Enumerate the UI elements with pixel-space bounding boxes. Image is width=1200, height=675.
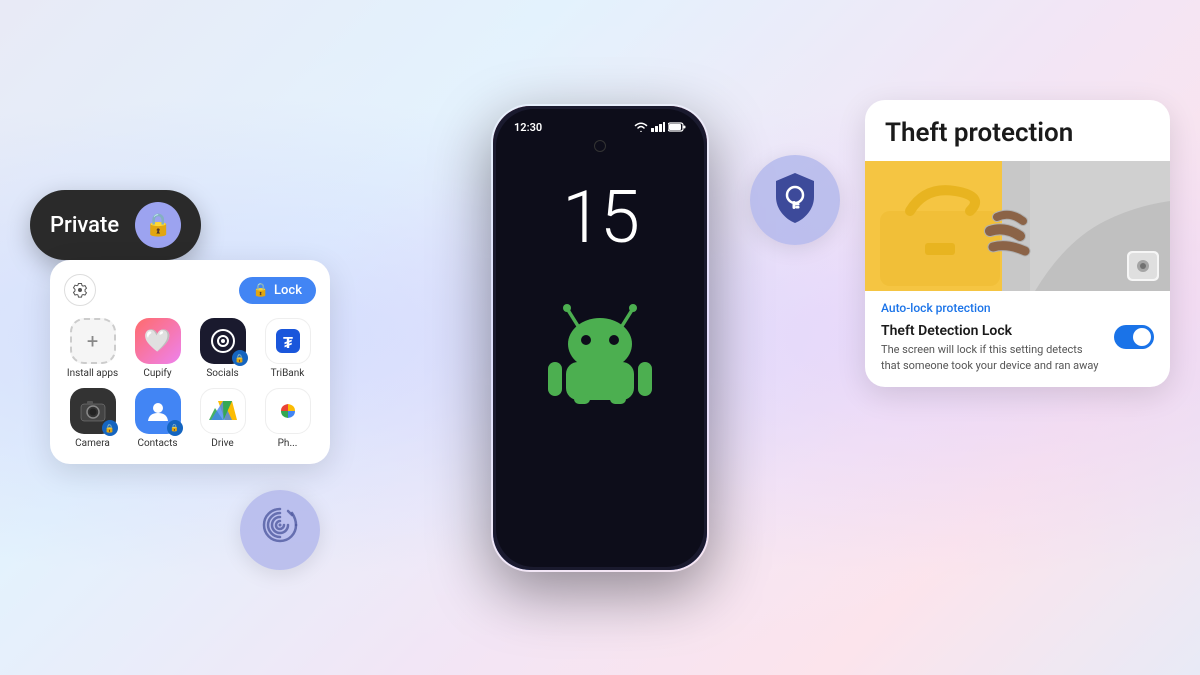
- phone-status-bar: 12:30: [496, 109, 704, 134]
- theft-protection-card: Theft protection: [865, 100, 1170, 387]
- fingerprint-icon: [258, 503, 302, 557]
- android-bot-svg: [540, 294, 660, 404]
- theft-detection-row: Theft Detection Lock The screen will loc…: [881, 323, 1154, 373]
- theft-detection-title: Theft Detection Lock: [881, 323, 1104, 339]
- battery-icon: [668, 122, 686, 132]
- app-item-tribank[interactable]: ₮ TriBank: [259, 318, 316, 380]
- app-drive-label: Drive: [211, 438, 233, 450]
- app-item-install[interactable]: + Install apps: [64, 318, 121, 380]
- fingerprint-svg: [258, 503, 302, 547]
- private-lock-circle: 🔒: [135, 202, 181, 248]
- app-contacts-label: Contacts: [137, 438, 177, 450]
- toggle-knob: [1133, 328, 1151, 346]
- phone-status-icons: [634, 122, 686, 132]
- phone-mockup: 12:30: [490, 103, 710, 573]
- shield-bubble: [750, 155, 840, 245]
- app-tribank-icon: ₮: [265, 318, 311, 364]
- shield-key-svg: [770, 171, 820, 225]
- photos-icon-svg: [274, 397, 302, 425]
- app-grid: + Install apps 🤍 Cupify 🔒 Socials: [64, 318, 316, 450]
- app-item-drive[interactable]: Drive: [194, 388, 251, 450]
- svg-text:₮: ₮: [283, 333, 293, 352]
- wifi-icon: [634, 122, 648, 132]
- android-bot: [540, 294, 660, 408]
- app-item-socials[interactable]: 🔒 Socials: [194, 318, 251, 380]
- phone-screen: 12:30: [496, 109, 704, 567]
- theft-detection-text: Theft Detection Lock The screen will loc…: [881, 323, 1104, 373]
- auto-lock-label: Auto-lock protection: [881, 301, 1154, 315]
- private-label: Private: [50, 213, 119, 238]
- app-socials-label: Socials: [206, 368, 238, 380]
- app-tribank-label: TriBank: [271, 368, 305, 380]
- tribank-icon-svg: ₮: [274, 327, 302, 355]
- phone-clock-number: 15: [562, 182, 638, 254]
- app-cupify-label: Cupify: [143, 368, 171, 380]
- socials-icon-svg: [209, 327, 237, 355]
- app-drive-icon: [200, 388, 246, 434]
- contacts-icon-svg: [145, 398, 171, 424]
- drive-icon-svg: [209, 398, 237, 424]
- gear-settings-button[interactable]: [64, 274, 96, 306]
- app-item-cupify[interactable]: 🤍 Cupify: [129, 318, 186, 380]
- theft-title: Theft protection: [885, 118, 1150, 149]
- app-install-label: Install apps: [67, 368, 118, 380]
- phone-camera-hole: [594, 140, 606, 152]
- signal-icon: [651, 122, 665, 132]
- app-contacts-icon: 🔒: [135, 388, 181, 434]
- app-socials-icon: 🔒: [200, 318, 246, 364]
- theft-detection-toggle[interactable]: [1114, 325, 1154, 349]
- gear-icon: [72, 282, 88, 298]
- app-camera-icon: 🔒: [70, 388, 116, 434]
- phone-body: 12:30: [490, 103, 710, 573]
- app-cupify-icon: 🤍: [135, 318, 181, 364]
- app-grid-card: 🔒 Lock + Install apps 🤍 Cupify 🔒 Socials: [50, 260, 330, 464]
- app-item-camera[interactable]: 🔒 Camera: [64, 388, 121, 450]
- theft-detection-desc: The screen will lock if this setting det…: [881, 342, 1104, 373]
- socials-lock-badge: 🔒: [232, 350, 248, 366]
- theft-card-header: Theft protection: [865, 100, 1170, 161]
- lock-button[interactable]: 🔒 Lock: [239, 277, 316, 304]
- illustration-svg: [865, 161, 1170, 291]
- lock-button-label: Lock: [274, 283, 302, 298]
- shield-key-icon: [770, 171, 820, 229]
- lock-icon-small: 🔒: [253, 283, 269, 298]
- phone-time: 12:30: [514, 121, 542, 134]
- contacts-lock-badge: 🔒: [167, 420, 183, 436]
- app-photos-icon: [265, 388, 311, 434]
- app-item-photos[interactable]: Ph...: [259, 388, 316, 450]
- lock-icon: 🔒: [144, 213, 171, 238]
- theft-card-body: Auto-lock protection Theft Detection Loc…: [865, 291, 1170, 387]
- fingerprint-bubble: [240, 490, 320, 570]
- app-grid-header: 🔒 Lock: [64, 274, 316, 306]
- camera-icon-svg: [80, 400, 106, 422]
- app-camera-label: Camera: [75, 438, 110, 450]
- app-item-contacts[interactable]: 🔒 Contacts: [129, 388, 186, 450]
- app-photos-label: Ph...: [278, 438, 298, 450]
- private-space-pill[interactable]: Private 🔒: [30, 190, 201, 260]
- app-install-icon: +: [70, 318, 116, 364]
- camera-lock-badge: 🔒: [102, 420, 118, 436]
- theft-image: [865, 161, 1170, 291]
